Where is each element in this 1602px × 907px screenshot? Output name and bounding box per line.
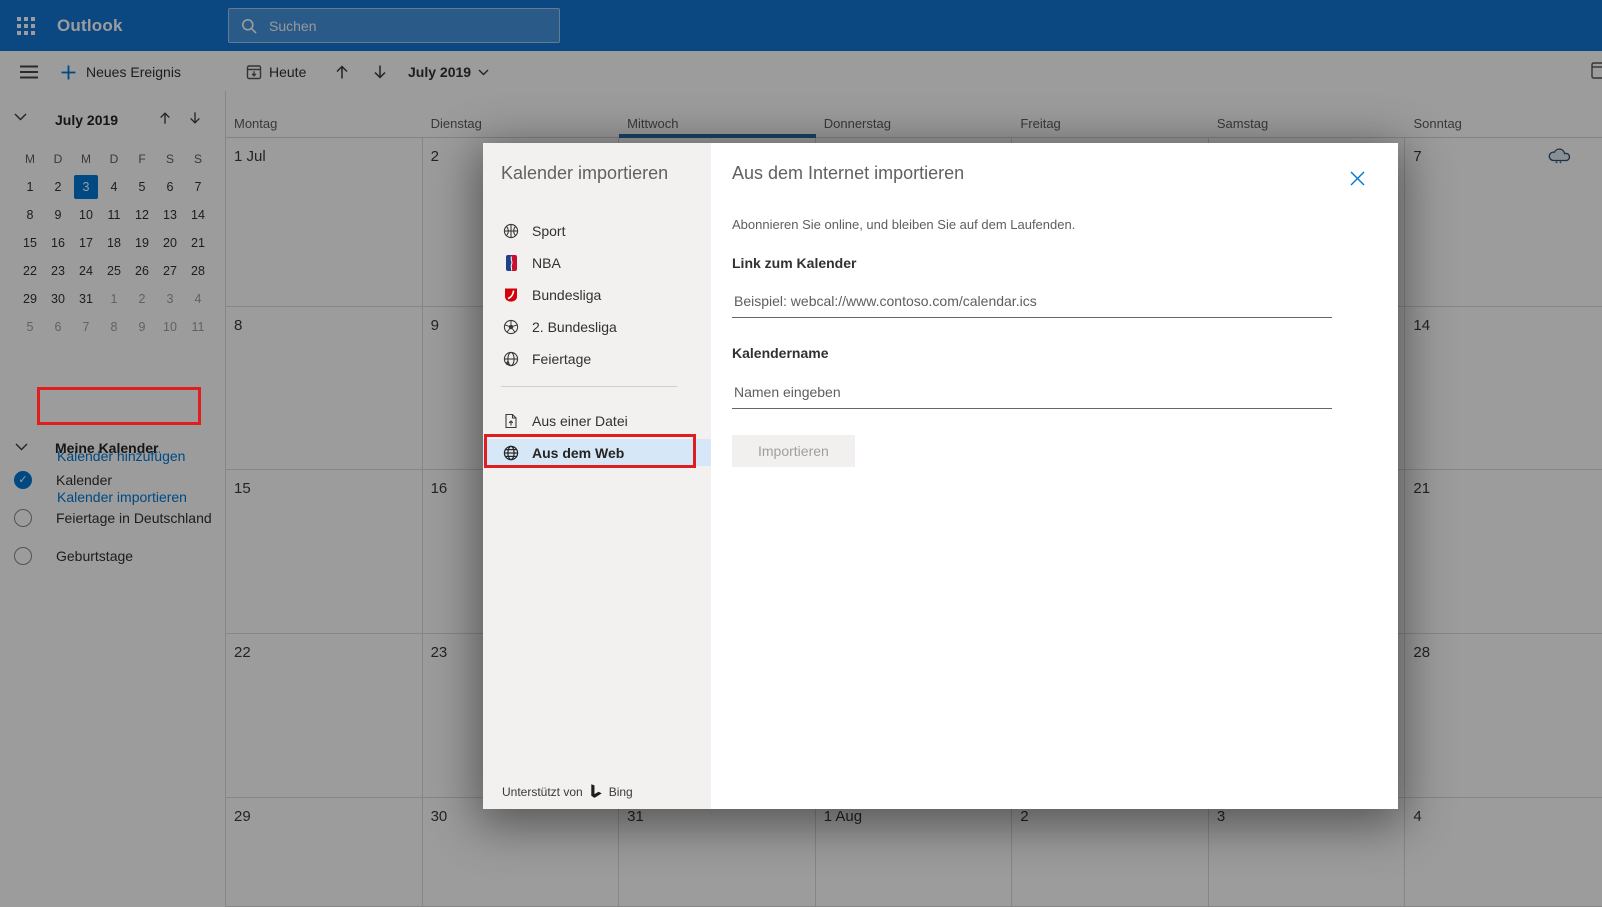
close-dialog-button[interactable] — [1346, 167, 1368, 189]
calendar-name-field-wrap — [732, 380, 1332, 409]
bing-brand-label: Bing — [608, 784, 633, 799]
powered-by-bing: Unterstützt von Bing — [502, 784, 633, 799]
calendar-link-label: Link zum Kalender — [732, 255, 857, 271]
nav-item-label: Bundesliga — [532, 287, 602, 303]
bundesliga-logo-icon — [503, 287, 519, 303]
discover-calendars-list: Sport NBA Bundesliga 2. Bundesliga Feier… — [483, 215, 711, 375]
nav-item-label: NBA — [532, 255, 561, 271]
globe-star-icon — [503, 351, 519, 367]
nav-item-label: 2. Bundesliga — [532, 319, 617, 335]
nav-item-label: Sport — [532, 223, 566, 239]
globe-icon — [503, 445, 519, 461]
outlook-calendar-screen: Outlook Neues Ereignis — [0, 0, 1602, 907]
calendar-link-field-wrap — [732, 289, 1332, 318]
nba-logo-icon — [503, 255, 519, 271]
import-button[interactable]: Importieren — [732, 435, 855, 467]
panel-subtitle: Abonnieren Sie online, und bleiben Sie a… — [732, 217, 1076, 232]
panel-title: Aus dem Internet importieren — [732, 163, 965, 183]
close-x-icon — [1350, 171, 1365, 186]
nav-item-feiertage[interactable]: Feiertage — [483, 343, 711, 375]
calendar-name-input[interactable] — [732, 380, 1332, 409]
calendar-name-label: Kalendername — [732, 345, 829, 361]
import-from-web-panel: Aus dem Internet importieren Abonnieren … — [711, 143, 1398, 809]
file-upload-icon — [503, 413, 519, 429]
basketball-icon — [503, 223, 519, 239]
nav-item-label: Aus dem Web — [532, 444, 625, 461]
nav-item-2-bundesliga[interactable]: 2. Bundesliga — [483, 311, 711, 343]
import-sources-list: Aus einer Datei Aus dem Web — [483, 405, 711, 466]
calendar-link-input[interactable] — [732, 289, 1332, 318]
nav-item-nba[interactable]: NBA — [483, 247, 711, 279]
soccer-ball-icon — [503, 319, 519, 335]
dialog-nav-title: Kalender importieren — [501, 163, 669, 183]
nav-item-label: Feiertage — [532, 351, 592, 367]
nav-item-from-web[interactable]: Aus dem Web — [483, 439, 711, 466]
bing-logo-icon — [590, 784, 602, 799]
nav-item-bundesliga[interactable]: Bundesliga — [483, 279, 711, 311]
dialog-nav: Kalender importieren Sport NBA Bundeslig… — [483, 143, 711, 809]
import-calendar-dialog: Kalender importieren Sport NBA Bundeslig… — [483, 143, 1398, 809]
nav-divider — [501, 386, 677, 387]
nav-item-sport[interactable]: Sport — [483, 215, 711, 247]
nav-item-label: Aus einer Datei — [532, 413, 628, 429]
nav-item-from-file[interactable]: Aus einer Datei — [483, 405, 711, 437]
powered-by-label: Unterstützt von — [502, 784, 583, 799]
